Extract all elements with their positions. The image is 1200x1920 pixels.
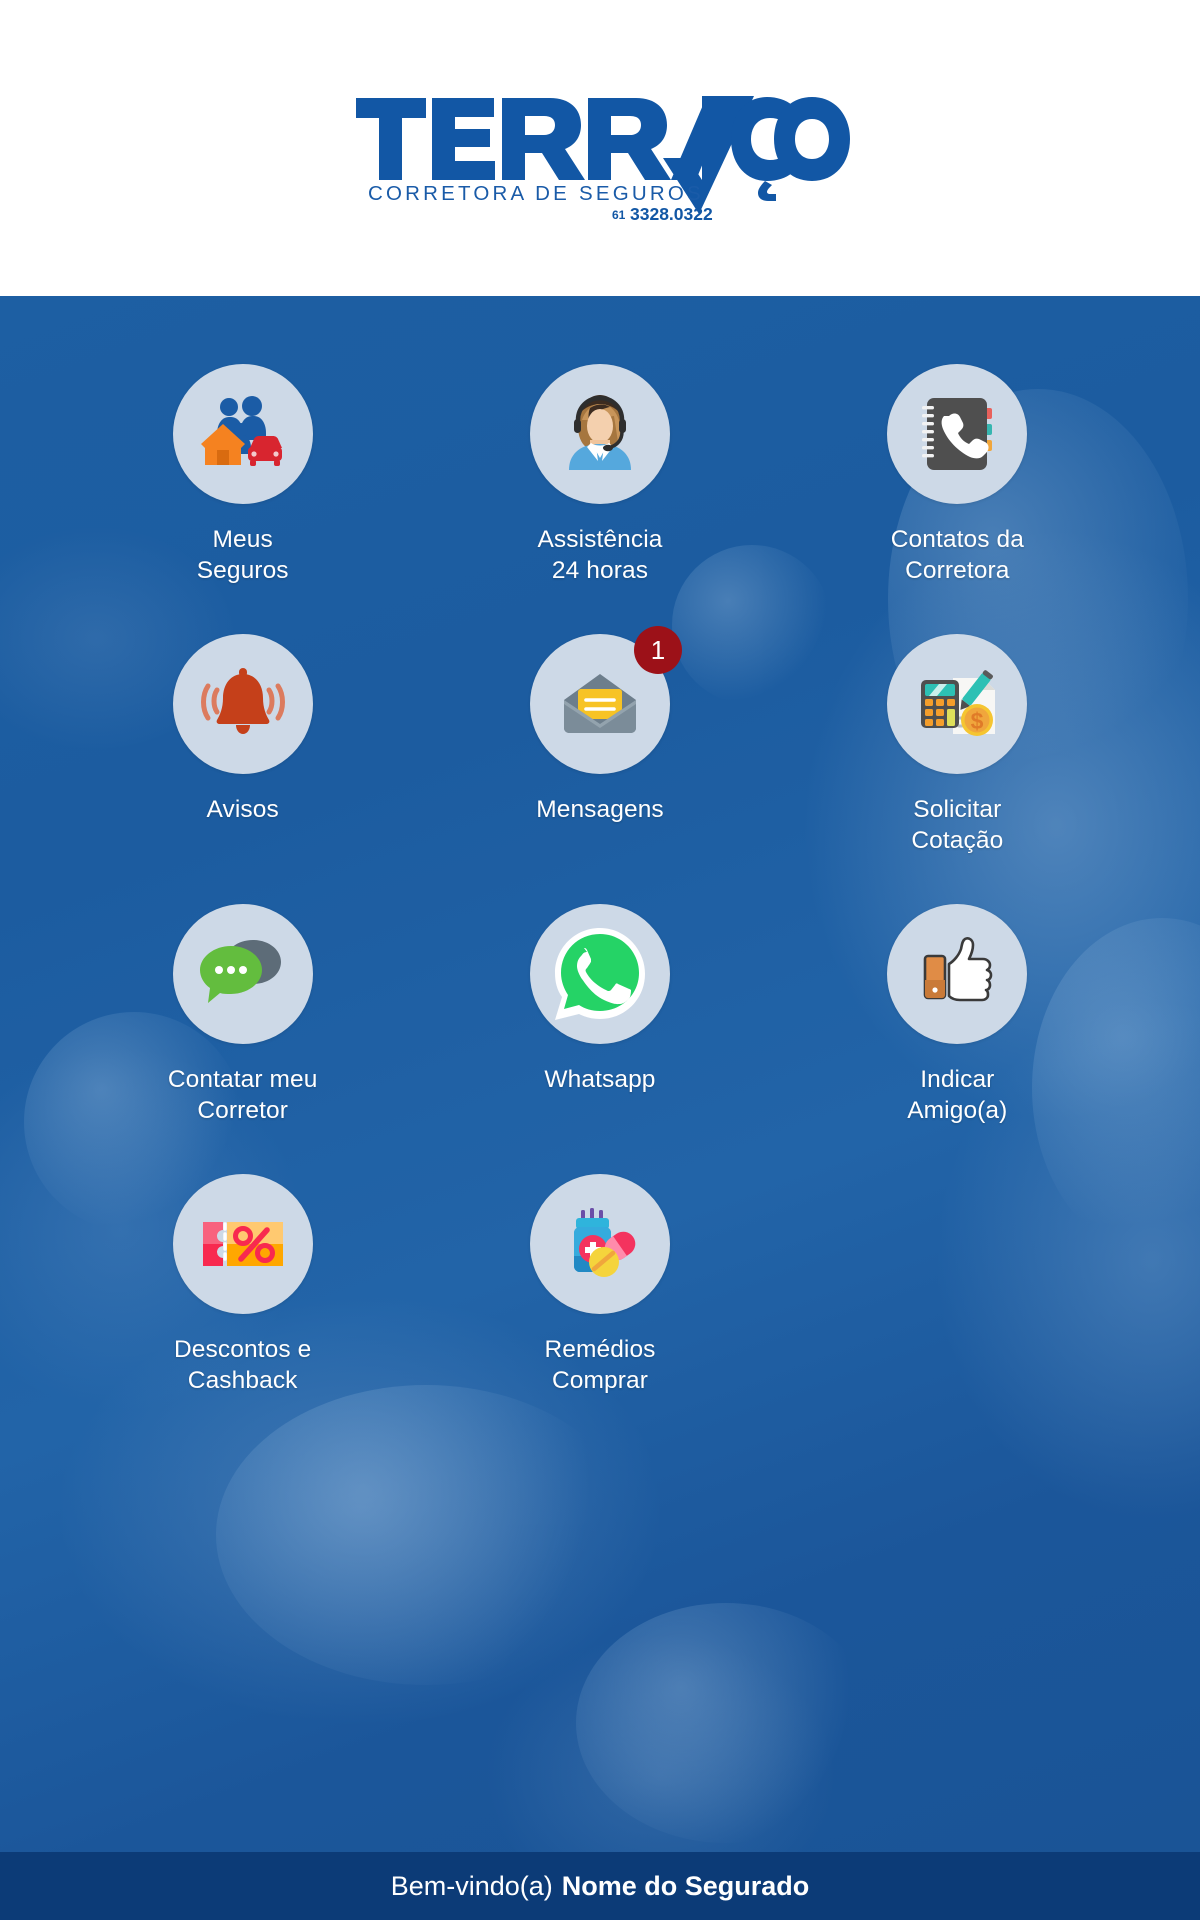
icon-container — [529, 1174, 670, 1314]
brand-logo[interactable]: CORRETORA DE SEGUROS 61 3328.0322 — [350, 76, 850, 221]
menu-item-label: Assistência 24 horas — [537, 526, 663, 584]
menu-item-indicar-amigo[interactable]: Indicar Amigo(a) — [779, 904, 1136, 1126]
welcome-footer: Bem-vindo(a) Nome do Segurado — [0, 1852, 1200, 1920]
message-count-badge: 1 — [633, 626, 682, 674]
icon-container — [172, 904, 313, 1044]
menu-item-assistencia-24h[interactable]: Assistência 24 horas — [421, 364, 778, 586]
logo-phone-prefix-text: 61 — [612, 208, 626, 221]
whatsapp-icon — [554, 928, 645, 1020]
menu-item-remedios[interactable]: Remédios Comprar — [421, 1174, 778, 1396]
menu-item-solicitar-cotacao[interactable]: $ Solicitar Cotação — [779, 634, 1136, 856]
menu-item-whatsapp[interactable]: Whatsapp — [421, 904, 778, 1126]
logo-phone-text: 3328.0322 — [630, 204, 713, 221]
menu-item-label: Whatsapp — [544, 1066, 656, 1093]
menu-item-label: Remédios Comprar — [544, 1336, 656, 1394]
headset-agent-icon — [568, 395, 631, 470]
menu-item-label: Meus Seguros — [196, 526, 289, 584]
medicine-pills-icon — [573, 1208, 636, 1277]
menu-item-contatos[interactable]: Contatos da Corretora — [779, 364, 1136, 586]
app-header: CORRETORA DE SEGUROS 61 3328.0322 — [0, 0, 1200, 296]
family-home-car-icon — [200, 396, 282, 466]
terraco-logo-icon: CORRETORA DE SEGUROS 61 3328.0322 — [356, 95, 850, 221]
menu-item-label: Indicar Amigo(a) — [907, 1066, 1008, 1124]
main-content: Meus Seguros Assistência 24 horas Contat… — [0, 296, 1200, 1852]
menu-item-mensagens[interactable]: 1 Mensagens — [421, 626, 778, 856]
icon-container — [172, 364, 313, 504]
icon-container — [529, 364, 670, 504]
icon-container — [172, 1174, 313, 1314]
envelope-open-icon — [563, 674, 636, 733]
menu-item-label: Contatos da Corretora — [890, 526, 1024, 584]
menu-item-label: Contatar meu Corretor — [167, 1066, 318, 1124]
menu-item-label: Solicitar Cotação — [911, 796, 1004, 854]
menu-item-avisos[interactable]: Avisos — [64, 634, 421, 856]
calculator-quote-icon: $ — [921, 670, 996, 736]
logo-tagline-text: CORRETORA DE SEGUROS — [368, 182, 704, 205]
bell-icon — [200, 668, 285, 734]
icon-container: 1 — [529, 626, 682, 774]
icon-container — [529, 904, 670, 1044]
chat-bubbles-icon — [199, 940, 281, 1003]
contact-book-icon — [922, 398, 993, 470]
icon-container — [887, 364, 1028, 504]
icon-container — [172, 634, 313, 774]
icon-container: $ — [887, 634, 1028, 774]
icon-container — [887, 904, 1028, 1044]
footer-greeting: Bem-vindo(a) — [390, 1870, 553, 1901]
menu-item-descontos[interactable]: Descontos e Cashback — [64, 1174, 421, 1396]
menu-item-contatar-corretor[interactable]: Contatar meu Corretor — [64, 904, 421, 1126]
app-page: CORRETORA DE SEGUROS 61 3328.0322 Meus S… — [0, 0, 1200, 1920]
menu-item-label: Mensagens — [536, 796, 664, 823]
menu-item-label: Descontos e Cashback — [174, 1336, 312, 1394]
menu-item-label: Avisos — [206, 796, 279, 823]
menu-grid: Meus Seguros Assistência 24 horas Contat… — [0, 296, 1200, 1396]
discount-coupon-icon — [202, 1222, 283, 1266]
thumbs-up-icon — [924, 937, 993, 1002]
svg-text:$: $ — [971, 708, 984, 734]
menu-item-meus-seguros[interactable]: Meus Seguros — [64, 364, 421, 586]
footer-user-name: Nome do Segurado — [561, 1870, 810, 1901]
